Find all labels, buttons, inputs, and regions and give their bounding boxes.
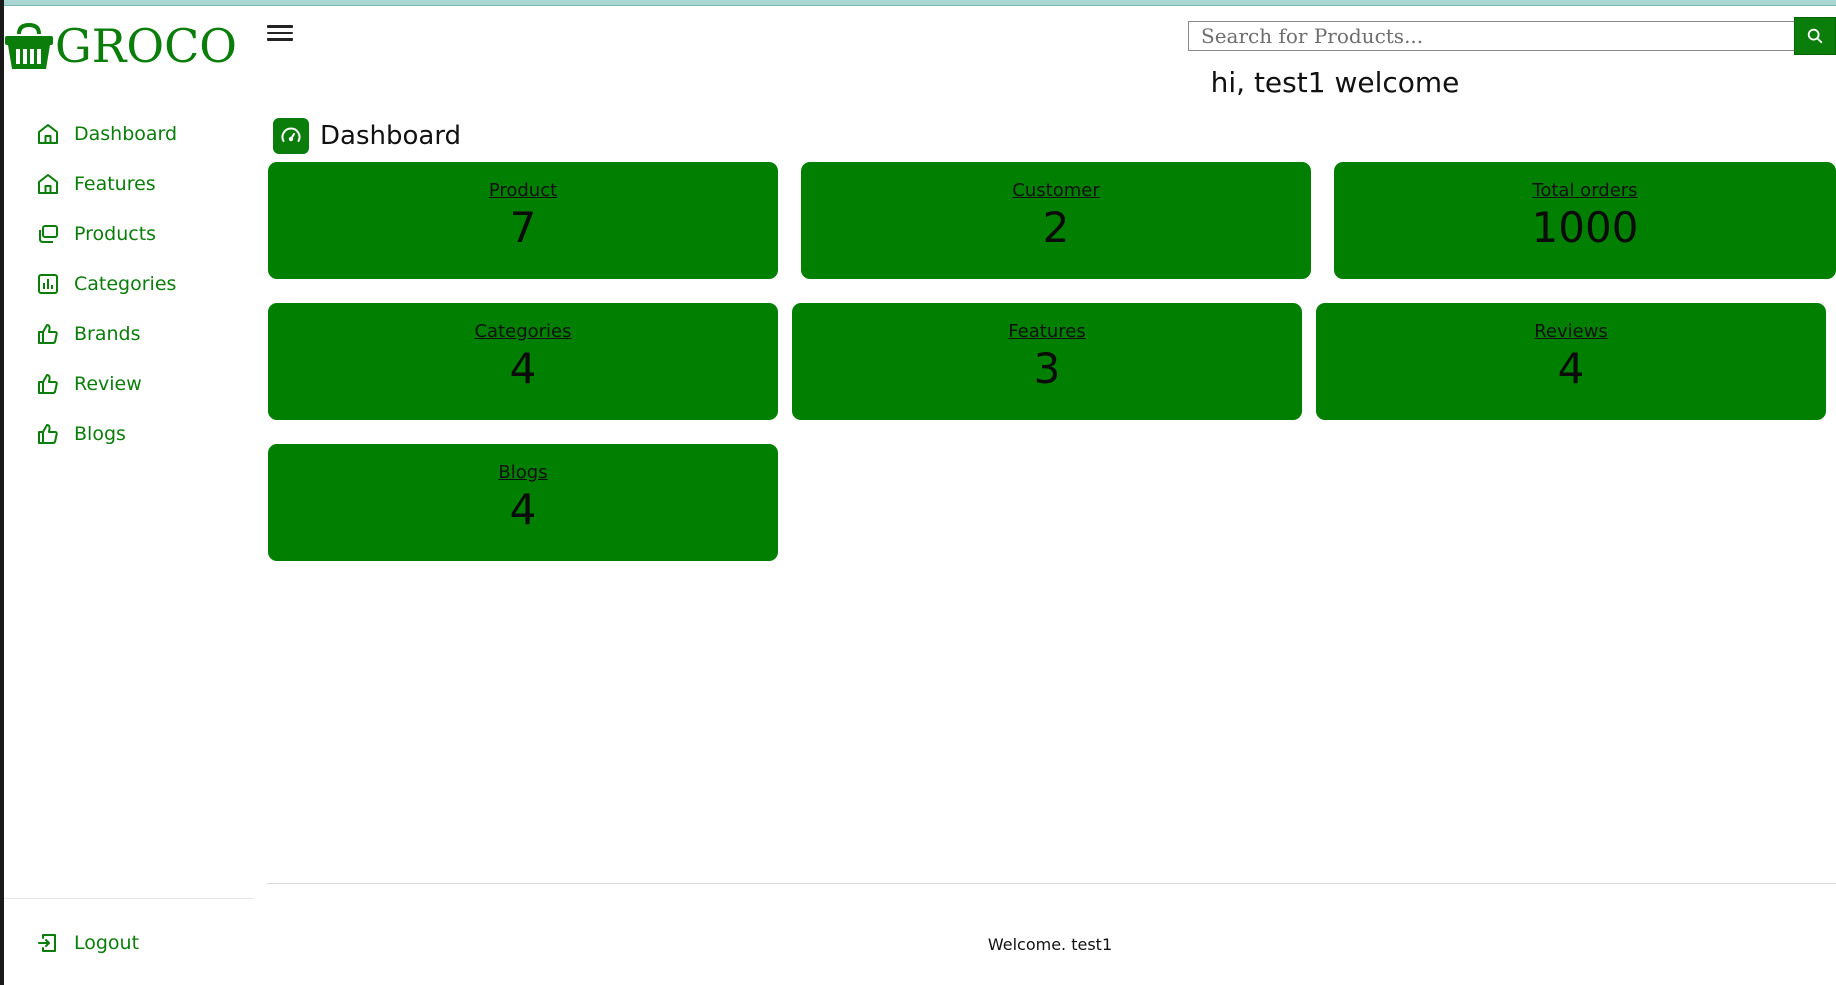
sidebar-item-label: Dashboard: [74, 123, 178, 145]
logout-button[interactable]: Logout: [36, 918, 139, 968]
stat-card-label[interactable]: Categories: [268, 321, 778, 343]
hamburger-icon[interactable]: [267, 25, 293, 45]
footer-divider: [267, 883, 1836, 884]
stat-card-label[interactable]: Total orders: [1334, 180, 1836, 202]
stat-card-product[interactable]: Product 7: [268, 162, 778, 279]
footer-text: Welcome. test1: [987, 935, 1113, 954]
stat-card-value: 4: [509, 343, 537, 393]
page-title-row: Dashboard: [273, 118, 461, 154]
logout-icon: [38, 934, 56, 952]
stat-card-customer[interactable]: Customer 2: [801, 162, 1311, 279]
sidebar-item-label: Products: [74, 223, 157, 245]
layers-icon: [39, 225, 58, 243]
speedometer-icon: [273, 118, 309, 154]
sidebar-item-products[interactable]: Products: [36, 209, 177, 259]
sidebar-item-categories[interactable]: Categories: [36, 259, 177, 309]
stat-card-total-orders[interactable]: Total orders 1000: [1334, 162, 1836, 279]
stat-card-value: 2: [1042, 202, 1070, 252]
stat-card-value: 3: [1033, 343, 1061, 393]
stat-card-label[interactable]: Product: [268, 180, 778, 202]
thumbs-up-icon: [38, 374, 58, 394]
logout-label: Logout: [74, 932, 140, 954]
stat-card-value: 1000: [1531, 202, 1639, 252]
sidebar-item-blogs[interactable]: Blogs: [36, 409, 177, 459]
sidebar-divider: [4, 898, 253, 899]
stat-card-reviews[interactable]: Reviews 4: [1316, 303, 1826, 420]
logo-text: GROCO: [55, 19, 238, 73]
basket-icon: [5, 22, 53, 69]
sidebar-item-label: Categories: [74, 273, 177, 295]
sidebar-item-label: Review: [74, 373, 142, 395]
stat-card-features[interactable]: Features 3: [792, 303, 1302, 420]
sidebar-item-label: Blogs: [74, 423, 126, 445]
stat-card-label[interactable]: Customer: [801, 180, 1311, 202]
sidebar-item-label: Brands: [74, 323, 141, 345]
stat-card-value: 4: [509, 484, 537, 534]
sidebar-nav: Dashboard Features Products Categories B…: [36, 109, 177, 459]
stat-card-blogs[interactable]: Blogs 4: [268, 444, 778, 561]
bar-chart-icon: [38, 274, 58, 294]
sidebar-item-brands[interactable]: Brands: [36, 309, 177, 359]
sidebar-item-features[interactable]: Features: [36, 159, 177, 209]
search-button[interactable]: [1794, 17, 1836, 55]
page-title: Dashboard: [320, 121, 462, 151]
top-border: [0, 0, 1836, 6]
stat-card-label[interactable]: Blogs: [268, 462, 778, 484]
search-icon: [1807, 28, 1823, 44]
welcome-heading: hi, test1 welcome: [1210, 66, 1460, 99]
home-icon: [38, 174, 58, 194]
stat-card-value: 7: [509, 202, 537, 252]
stat-card-label[interactable]: Reviews: [1316, 321, 1826, 343]
search-input[interactable]: [1188, 21, 1796, 51]
logo[interactable]: GROCO: [4, 16, 237, 76]
sidebar-item-label: Features: [74, 173, 156, 195]
home-icon: [38, 124, 58, 144]
sidebar-item-dashboard[interactable]: Dashboard: [36, 109, 177, 159]
thumbs-up-icon: [38, 424, 58, 444]
stat-card-categories[interactable]: Categories 4: [268, 303, 778, 420]
thumbs-up-icon: [38, 324, 58, 344]
stat-card-label[interactable]: Features: [792, 321, 1302, 343]
sidebar-item-review[interactable]: Review: [36, 359, 177, 409]
sidebar: GROCO Dashboard Features Products Catego…: [4, 6, 253, 985]
stat-card-value: 4: [1557, 343, 1585, 393]
